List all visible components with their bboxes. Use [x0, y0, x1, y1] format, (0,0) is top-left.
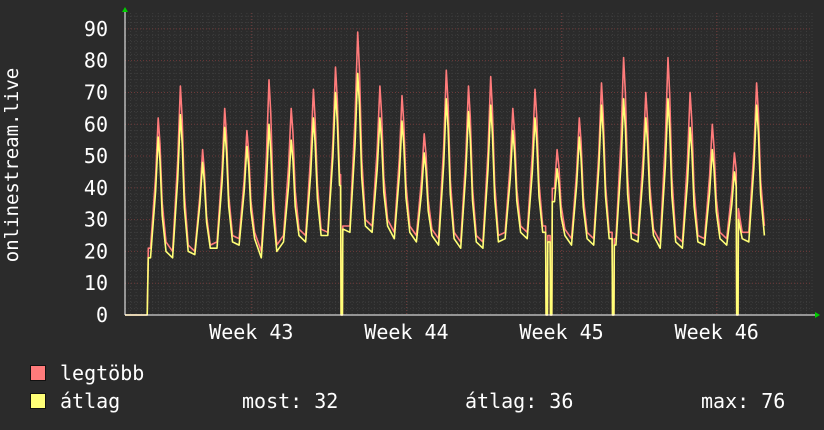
- x-axis-arrow: [815, 312, 820, 318]
- stat-max: max: 76: [701, 389, 786, 413]
- y-tick-label: 50: [84, 144, 108, 168]
- y-tick-label: 0: [96, 303, 108, 327]
- y-tick-label: 90: [84, 17, 108, 41]
- legend-item-max: legtöbb: [30, 360, 144, 386]
- y-tick-label: 20: [84, 239, 108, 263]
- x-tick-label: Week 45: [519, 320, 603, 344]
- legend: legtöbb átlag most: 32 átlag: 36 max: 76: [0, 360, 824, 420]
- series-line-max: [125, 31, 766, 316]
- y-tick-label: 80: [84, 49, 108, 73]
- max-color-swatch: [30, 365, 46, 381]
- y-tick-label: 60: [84, 112, 108, 136]
- chart-area: 0 10 20 30 40 50 60 70 80 90 Week 43 Week 44 Week 45…: [0, 0, 824, 345]
- line-chart: 0 10 20 30 40 50 60 70 80 90 Week 43 Week 44 Week 45…: [1, 7, 820, 344]
- y-axis-arrow: [122, 7, 128, 12]
- legend-label-avg: átlag: [60, 389, 121, 413]
- x-tick-label: Week 46: [675, 320, 759, 344]
- y-tick-label: 30: [84, 208, 108, 232]
- y-tick-label: 10: [84, 271, 108, 295]
- stat-now: most: 32: [242, 389, 339, 413]
- x-tick-label: Week 44: [364, 320, 448, 344]
- avg-color-swatch: [30, 393, 46, 409]
- legend-label-max: legtöbb: [60, 361, 145, 385]
- y-tick-label: 70: [84, 80, 108, 104]
- legend-item-avg: átlag: [30, 388, 120, 414]
- y-tick-label: 40: [84, 176, 108, 200]
- stat-average: átlag: 36: [465, 389, 574, 413]
- y-axis-title: onlinestream.live: [1, 68, 23, 262]
- x-tick-label: Week 43: [209, 320, 293, 344]
